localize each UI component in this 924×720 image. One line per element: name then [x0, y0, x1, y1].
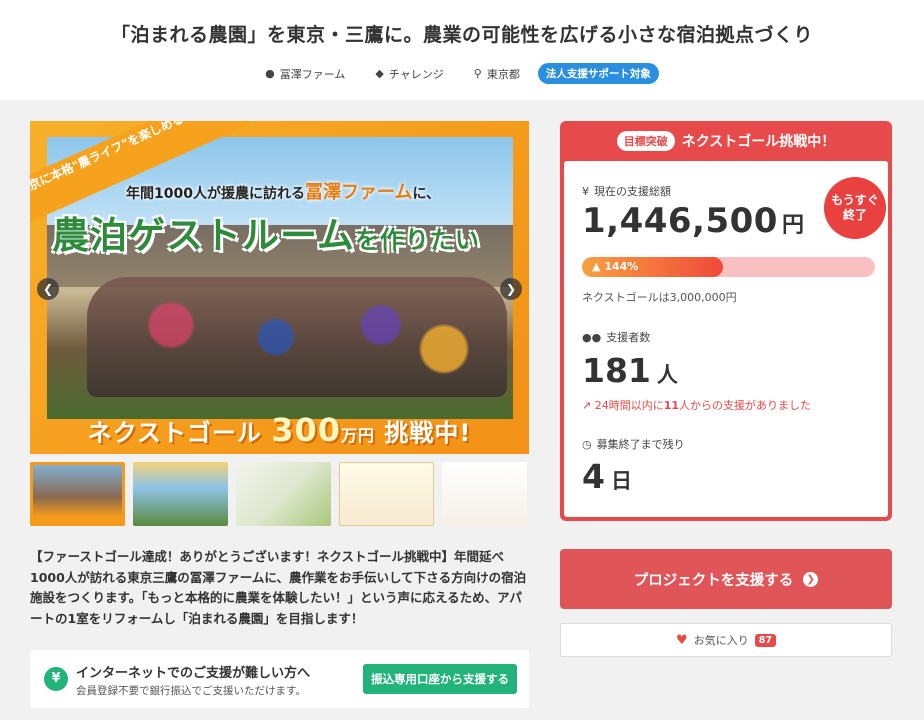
backers-value: 181 人 [582, 351, 678, 390]
tag-icon: ◆ [375, 67, 384, 80]
person-icon: ● [265, 67, 275, 80]
project-meta: ● 冨澤ファーム ◆ チャレンジ ⚲ 東京都 法人支援サポート対象 [0, 63, 924, 84]
thumbnail-3[interactable] [236, 462, 331, 526]
ending-soon-badge: もうすぐ 終了 [824, 177, 886, 239]
clock-icon: ◷ [582, 437, 592, 451]
support-project-button[interactable]: プロジェクトを支援する ❯ [560, 549, 892, 609]
bank-transfer-panel: ¥ インターネットでのご支援が難しい方へ 会員登録不要で銀行振込でご支援いただけ… [30, 650, 529, 708]
chevron-left-icon: ❮ [42, 282, 54, 296]
people-icon: ●● [582, 330, 602, 344]
bank-transfer-button[interactable]: 振込専用口座から支援する [363, 664, 517, 694]
thumbnail-5[interactable] [442, 462, 527, 526]
category-link[interactable]: ◆ チャレンジ [375, 66, 443, 82]
crowd [87, 277, 507, 397]
project-description: 【ファーストゴール達成！ありがとうございます！ネクストゴール挑戦中】年間延べ10… [30, 549, 527, 626]
next-goal-text: ネクストゴールは3,000,000円 [582, 291, 737, 304]
backers-label: ●● 支援者数 [582, 330, 651, 345]
yen-icon: ¥ [582, 184, 589, 198]
next-goal-heading: ネクストゴール挑戦中！ [681, 134, 836, 150]
hero-heading: 農泊ゲストルームを作りたい [52, 214, 480, 257]
thumbnail-1[interactable] [30, 462, 125, 526]
amount-value: 1,446,500 円 [582, 201, 805, 241]
bank-transfer-subtitle: 会員登録不要で銀行振込でご支援いただけます。 [76, 685, 306, 697]
owner-link[interactable]: ● 冨澤ファーム [265, 66, 345, 82]
funding-status-card: 目標突破 ネクストゴール挑戦中！ ¥ 現在の支援総額 1,446,500 円 もう… [560, 121, 892, 521]
thumbnail-4[interactable] [339, 462, 434, 526]
page-title: 「泊まれる農園」を東京・三鷹に。農業の可能性を広げる小さな宿泊拠点づくり [110, 24, 813, 46]
image-thumbnails [30, 462, 529, 526]
corporate-support-badge[interactable]: 法人支援サポート対象 [537, 63, 659, 84]
category-name: チャレンジ [388, 67, 444, 81]
heart-icon: ♥ [676, 632, 688, 648]
trend-up-icon: ↗ [582, 399, 592, 412]
hero-subheading: 年間1000人が援農に訪れる冨澤ファームに、 [126, 182, 441, 203]
location-name: 東京都 [486, 67, 520, 81]
progress-bar: ▲ 144% [582, 257, 875, 277]
progress-bar-fill: ▲ 144% [582, 257, 724, 277]
card-body: ¥ 現在の支援総額 1,446,500 円 もうすぐ 終了 ▲ 144% ネクスト… [564, 161, 888, 517]
chevron-right-icon: ❯ [505, 282, 517, 296]
owner-name: 冨澤ファーム [279, 67, 346, 81]
goal-exceeded-tag: 目標突破 [616, 131, 675, 151]
card-header: 目標突破 ネクストゴール挑戦中！ [560, 121, 892, 161]
amount-label: ¥ 現在の支援総額 [582, 184, 671, 199]
location-link[interactable]: ⚲ 東京都 [474, 66, 520, 82]
location-pin-icon: ⚲ [473, 67, 482, 80]
carousel-next-button[interactable]: ❯ [500, 278, 522, 300]
yen-icon: ¥ [44, 667, 68, 691]
thumbnail-2[interactable] [133, 462, 228, 526]
hero-image: 東京に本格"農ライフ"を楽しめる場所を！ 年間1000人が援農に訪れる冨澤ファー… [30, 121, 529, 454]
chevron-right-circle-icon: ❯ [803, 571, 819, 587]
remaining-value: 4日 [582, 457, 632, 496]
favorite-count: 87 [754, 633, 776, 647]
favorite-button[interactable]: ♥ お気に入り 87 [560, 623, 892, 657]
remaining-label: ◷ 募集終了まで残り [582, 437, 685, 452]
hero-next-goal-banner: ネクストゴール 300万円 挑戦中! [87, 411, 472, 449]
fire-icon: ▲ [592, 260, 601, 273]
carousel-prev-button[interactable]: ❮ [37, 278, 59, 300]
bank-transfer-title: インターネットでのご支援が難しい方へ [76, 666, 311, 681]
recent-support-trend: ↗ 24時間以内に11人からの支援がありました [582, 399, 812, 412]
